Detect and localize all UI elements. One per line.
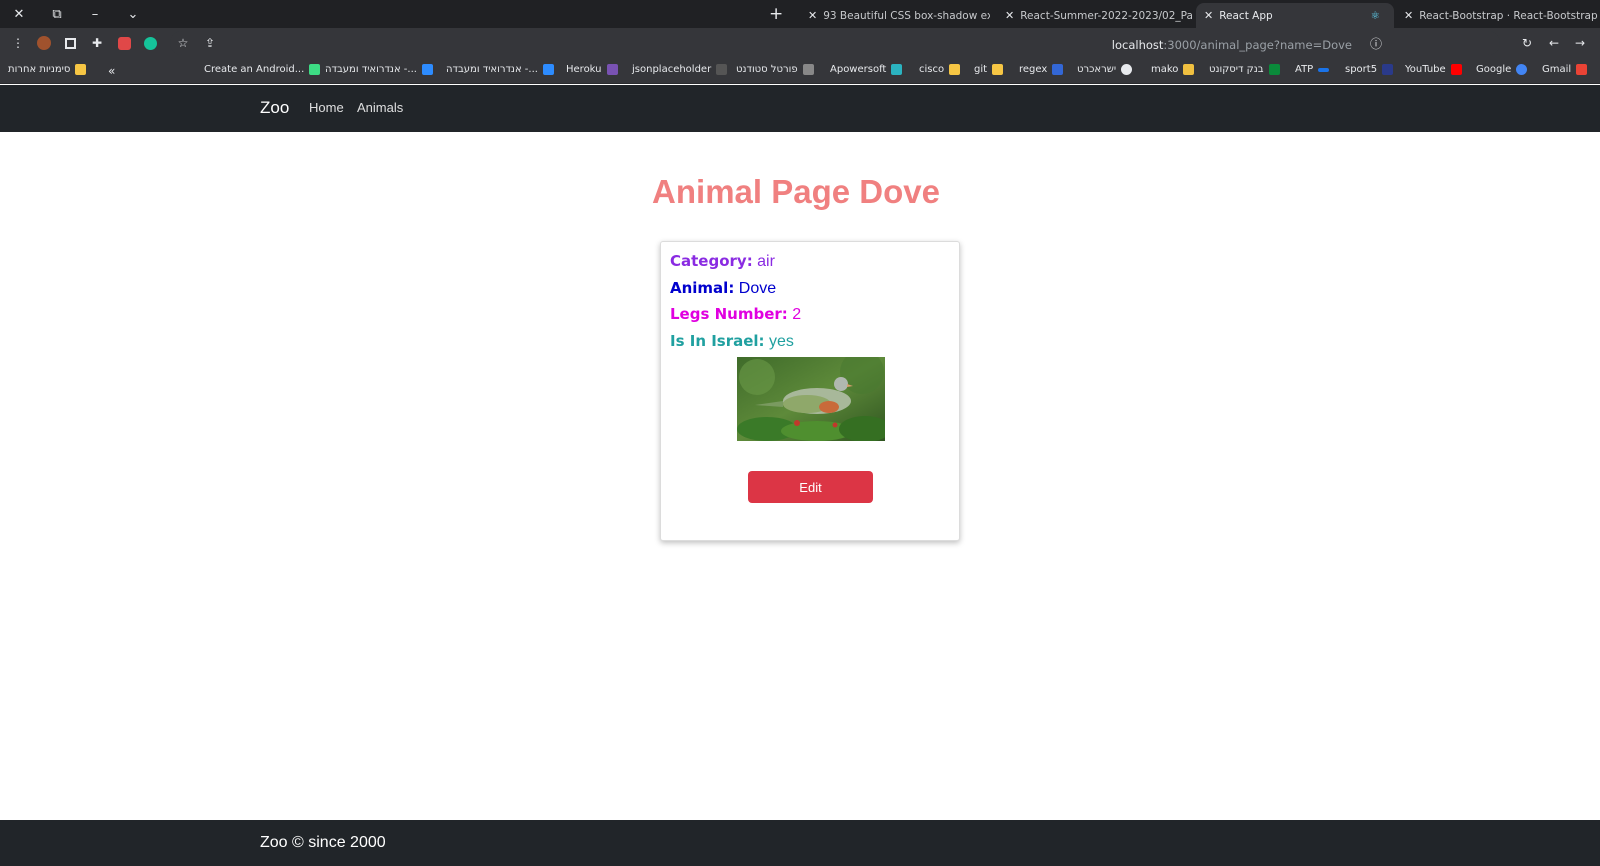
navbar-brand[interactable]: Zoo bbox=[260, 98, 289, 118]
extensions-puzzle-icon[interactable]: ✚ bbox=[89, 35, 105, 51]
nav-link-home[interactable]: Home bbox=[309, 100, 344, 115]
category-label: Category: bbox=[670, 252, 753, 270]
bookmark-item[interactable]: סימניות אחרות bbox=[8, 64, 87, 75]
legs-label: Legs Number: bbox=[670, 305, 788, 323]
close-tab-icon[interactable]: ✕ bbox=[1404, 9, 1413, 22]
gmail-icon bbox=[1576, 64, 1588, 75]
bookmark-item[interactable]: git bbox=[974, 64, 1004, 75]
folder-icon bbox=[949, 64, 961, 75]
sport5-icon bbox=[1382, 64, 1394, 75]
profile-avatar-icon[interactable] bbox=[36, 35, 52, 51]
menu-kebab-icon[interactable]: ⋮ bbox=[10, 35, 26, 51]
extension-red-icon[interactable] bbox=[116, 35, 132, 51]
bookmark-item[interactable]: cisco bbox=[919, 64, 961, 75]
bookmark-star-icon[interactable]: ☆ bbox=[175, 35, 191, 51]
bookmark-item[interactable]: YouTube bbox=[1405, 64, 1462, 75]
animal-label: Animal: bbox=[670, 279, 735, 297]
heroku-icon bbox=[606, 64, 618, 75]
bookmark-item[interactable]: ATP bbox=[1295, 64, 1330, 75]
bookmark-item[interactable]: Apowersoft bbox=[830, 64, 903, 75]
browser-tab[interactable]: ✕ 93 Beautiful CSS box-shadow exa bbox=[800, 3, 990, 28]
mako-icon bbox=[1183, 64, 1195, 75]
tab-title: React-Bootstrap · React-Bootstrap bbox=[1419, 9, 1598, 22]
bookmark-item[interactable]: בנק דיסקונט bbox=[1209, 64, 1280, 75]
footer: Zoo © since 2000 bbox=[0, 820, 1600, 866]
react-icon: ⚛ bbox=[1370, 9, 1380, 22]
page-title: Animal Page Dove bbox=[652, 173, 940, 210]
bookmark-item[interactable]: regex bbox=[1019, 64, 1064, 75]
address-bar: ⋮ ✚ ☆ ⇪ localhost:3000/animal_page?name=… bbox=[0, 28, 1600, 58]
edit-button[interactable]: Edit bbox=[748, 471, 873, 503]
nav-link-animals[interactable]: Animals bbox=[357, 100, 403, 115]
regex-icon bbox=[1052, 64, 1064, 75]
omnibox[interactable]: ☆ ⇪ localhost:3000/animal_page?name=Dove… bbox=[170, 31, 1500, 55]
url-host: localhost bbox=[1111, 38, 1164, 52]
browser-tab-active[interactable]: ✕ React App ⚛ bbox=[1196, 3, 1394, 28]
close-tab-icon[interactable]: ✕ bbox=[808, 9, 817, 22]
tab-title: React App bbox=[1219, 9, 1273, 22]
close-window-icon[interactable]: ✕ bbox=[8, 4, 30, 24]
minimize-window-icon[interactable]: – bbox=[84, 4, 106, 24]
new-tab-icon[interactable]: + bbox=[769, 4, 783, 24]
bookmark-item[interactable]: jsonplaceholder bbox=[632, 64, 728, 75]
bookmark-item[interactable]: sport5 bbox=[1345, 64, 1394, 75]
close-tab-icon[interactable]: ✕ bbox=[1005, 9, 1014, 22]
folder-icon bbox=[75, 64, 87, 75]
in-israel-label: Is In Israel: bbox=[670, 332, 765, 350]
animal-row: Animal: Dove bbox=[670, 279, 776, 298]
legs-value: 2 bbox=[792, 306, 802, 323]
bookmark-item[interactable]: Gmail bbox=[1542, 64, 1588, 75]
close-tab-icon[interactable]: ✕ bbox=[1204, 9, 1213, 22]
restore-window-icon[interactable]: ⧉ bbox=[46, 4, 68, 24]
zoom-icon bbox=[542, 64, 554, 75]
bookmark-item[interactable]: ישראכרט bbox=[1077, 64, 1133, 75]
bookmark-item[interactable]: אנדרואיד ומעבדה -... bbox=[325, 64, 433, 75]
tab-search-chevron-icon[interactable]: ⌄ bbox=[122, 4, 144, 24]
bookmarks-overflow-icon[interactable]: « bbox=[108, 64, 115, 78]
animal-card: Category: air Animal: Dove Legs Number: … bbox=[660, 241, 960, 541]
tab-title: 93 Beautiful CSS box-shadow exa bbox=[823, 9, 990, 22]
animal-value: Dove bbox=[738, 280, 777, 297]
animal-image bbox=[737, 357, 885, 441]
side-panel-icon[interactable] bbox=[62, 35, 78, 51]
footer-text: Zoo © since 2000 bbox=[260, 834, 386, 851]
app-navbar: Zoo Home Animals bbox=[0, 85, 1600, 132]
youtube-icon bbox=[1450, 64, 1462, 75]
bookmark-item[interactable]: Google bbox=[1476, 64, 1528, 75]
bookmark-item[interactable]: Create an Android... bbox=[204, 64, 321, 75]
google-icon bbox=[1516, 64, 1528, 75]
share-icon[interactable]: ⇪ bbox=[202, 35, 218, 51]
bookmark-item[interactable]: Heroku bbox=[566, 64, 618, 75]
bookmark-item[interactable]: אנדרואיד ומעבדה -... bbox=[446, 64, 554, 75]
folder-icon bbox=[992, 64, 1004, 75]
atp-icon bbox=[1318, 67, 1330, 72]
student-portal-icon bbox=[802, 64, 814, 75]
browser-tab-bar: ✕ ⧉ – ⌄ + ✕ 93 Beautiful CSS box-shadow … bbox=[0, 0, 1600, 28]
site-info-icon[interactable]: ⓘ bbox=[1368, 35, 1384, 51]
category-value: air bbox=[757, 253, 775, 270]
zoom-icon bbox=[421, 64, 433, 75]
android-icon bbox=[309, 64, 321, 75]
bookmarks-bar: Gmail Google YouTube sport5 ATP בנק דיסק… bbox=[0, 58, 1600, 84]
discount-bank-icon bbox=[1268, 64, 1280, 75]
legs-row: Legs Number: 2 bbox=[670, 305, 801, 324]
browser-tab[interactable]: ✕ React-Summer-2022-2023/02_Pa bbox=[997, 3, 1193, 28]
browser-tab[interactable]: ✕ React-Bootstrap · React-Bootstrap bbox=[1396, 3, 1600, 28]
in-israel-value: yes bbox=[769, 333, 794, 350]
isracard-icon bbox=[1121, 64, 1133, 75]
url-path: :3000/animal_page?name=Dove bbox=[1163, 38, 1352, 52]
tab-title: React-Summer-2022-2023/02_Pa bbox=[1020, 9, 1193, 22]
apowersoft-icon bbox=[891, 64, 903, 75]
bookmark-item[interactable]: mako bbox=[1151, 64, 1195, 75]
in-israel-row: Is In Israel: yes bbox=[670, 332, 794, 351]
reload-icon[interactable]: ↻ bbox=[1519, 35, 1535, 51]
jsonplaceholder-icon bbox=[716, 64, 728, 75]
grammarly-icon[interactable] bbox=[142, 35, 158, 51]
bookmark-item[interactable]: פורטל סטודנט bbox=[736, 64, 814, 75]
url-text[interactable]: localhost:3000/animal_page?name=Dove bbox=[1112, 38, 1352, 52]
category-row: Category: air bbox=[670, 252, 775, 271]
forward-arrow-icon[interactable]: → bbox=[1572, 35, 1588, 51]
back-arrow-icon[interactable]: ← bbox=[1546, 35, 1562, 51]
